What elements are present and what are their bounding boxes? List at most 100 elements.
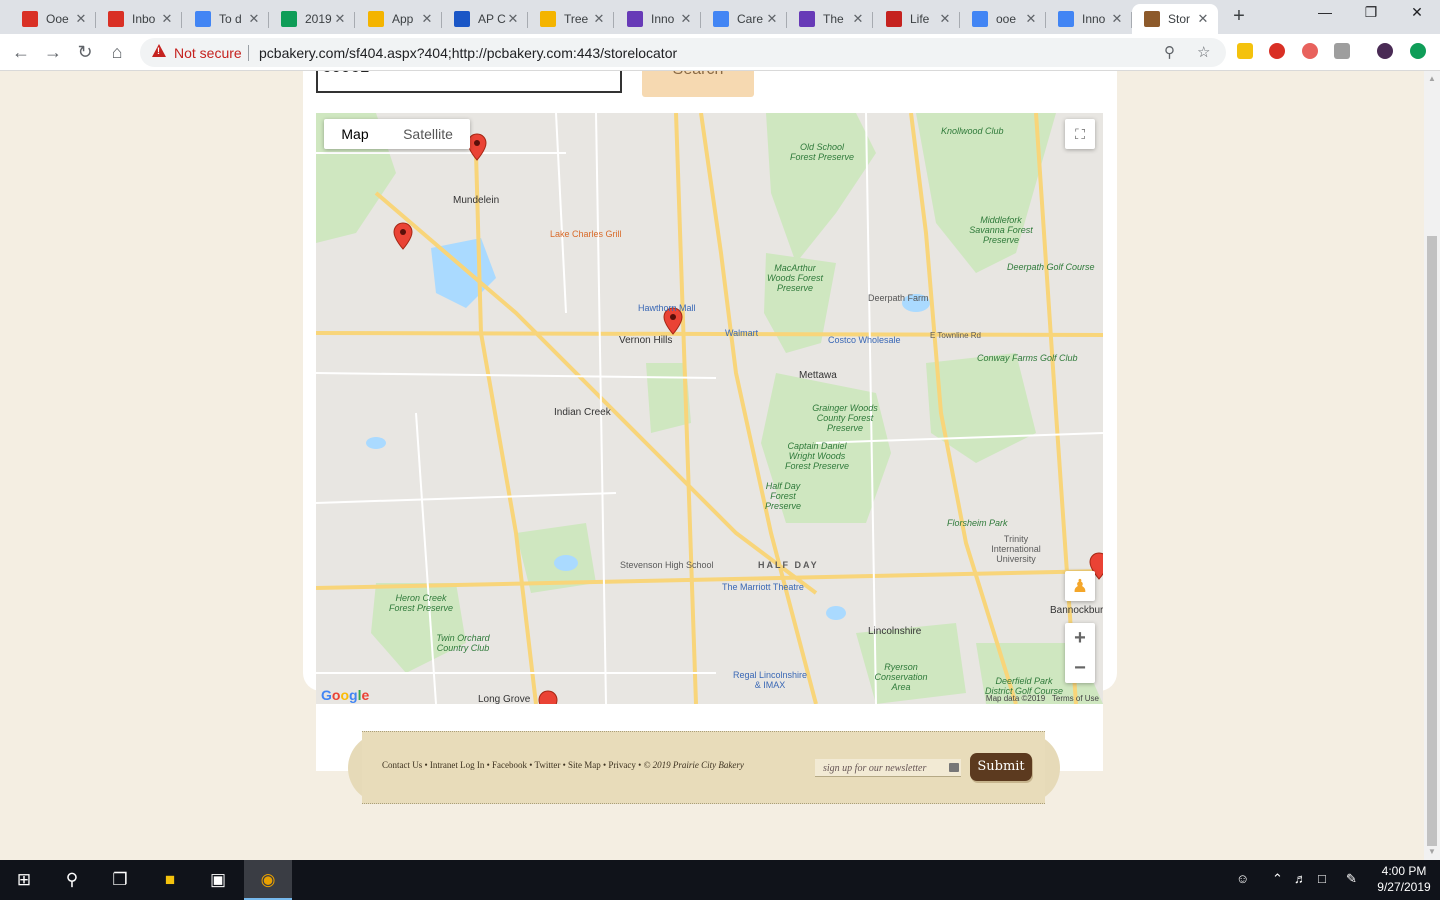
tab-close-icon[interactable]: ✕ xyxy=(851,11,865,27)
tab-close-icon[interactable]: ✕ xyxy=(1110,11,1124,27)
browser-tab[interactable]: Life ✕ xyxy=(874,4,960,34)
new-tab-button[interactable]: + xyxy=(1229,6,1249,26)
browser-tab[interactable]: Inbo ✕ xyxy=(96,4,182,34)
taskbar-clock[interactable]: 4:00 PM 9/27/2019 xyxy=(1372,863,1436,895)
tab-close-icon[interactable]: ✕ xyxy=(765,11,779,27)
zip-code-input[interactable]: 60061 xyxy=(316,71,622,93)
reload-icon[interactable]: ↻ xyxy=(73,40,97,64)
tab-label: Inno xyxy=(651,12,675,26)
map-label-indian-creek: Indian Creek xyxy=(554,407,611,418)
browser-tab[interactable]: 2019 ✕ xyxy=(269,4,355,34)
terms-of-use-link[interactable]: Terms of Use xyxy=(1052,694,1099,703)
browser-tab[interactable]: The ✕ xyxy=(787,4,873,34)
tab-close-icon[interactable]: ✕ xyxy=(938,11,952,27)
map-label-lake-charles-grill[interactable]: Lake Charles Grill xyxy=(550,229,622,239)
extension-c-icon[interactable] xyxy=(1334,43,1350,59)
browser-tab[interactable]: To d ✕ xyxy=(183,4,269,34)
map-label-walmart[interactable]: Walmart xyxy=(725,328,758,338)
restore-button[interactable]: ❐ xyxy=(1348,4,1394,26)
map-attribution[interactable]: Map data ©2019 Terms of Use xyxy=(986,694,1099,703)
zoom-out-button[interactable]: − xyxy=(1065,653,1095,683)
store-icon[interactable]: ▣ xyxy=(194,860,242,900)
footer-links[interactable]: Contact Us • Intranet Log In • Facebook … xyxy=(382,760,744,770)
tab-close-icon[interactable]: ✕ xyxy=(1196,11,1210,27)
satellite-view-button[interactable]: Satellite xyxy=(386,119,470,149)
newsletter-input[interactable]: sign up for our newsletter xyxy=(815,759,961,777)
tab-close-icon[interactable]: ✕ xyxy=(1024,11,1038,27)
map-label-middlefork: Middlefork Savanna Forest Preserve xyxy=(969,215,1033,245)
map-label-costco[interactable]: Costco Wholesale xyxy=(828,335,901,345)
browser-tab[interactable]: Inno ✕ xyxy=(615,4,701,34)
browser-tab[interactable]: AP C ✕ xyxy=(442,4,528,34)
tab-close-icon[interactable]: ✕ xyxy=(420,11,434,27)
home-icon[interactable]: ⌂ xyxy=(105,40,129,64)
tab-close-icon[interactable]: ✕ xyxy=(160,11,174,27)
close-window-button[interactable]: ✕ xyxy=(1394,4,1440,26)
map-label-lincolnshire: Lincolnshire xyxy=(868,626,922,637)
tab-close-icon[interactable]: ✕ xyxy=(679,11,693,27)
extension-notes-icon[interactable] xyxy=(1237,43,1253,59)
map-label-heron-creek: Heron Creek Forest Preserve xyxy=(388,593,454,613)
page-viewport: 60061 Search xyxy=(0,71,1424,860)
extension-adblock-icon[interactable] xyxy=(1269,43,1285,59)
tab-close-icon[interactable]: ✕ xyxy=(592,11,606,27)
search-button[interactable]: Search xyxy=(642,71,754,97)
browser-toolbar: ← → ↻ ⌂ Not secure pcbakery.com/sf404.as… xyxy=(0,34,1440,71)
browser-tab-strip: Ooe ✕ Inbo ✕ To d ✕ 2019 ✕ App ✕ AP C ✕ Tree ✕ Inno ✕ Ca… xyxy=(0,0,1440,34)
map-label-regal[interactable]: Regal Lincolnshire & IMAX xyxy=(730,670,810,690)
map-label-marriott-theatre[interactable]: The Marriott Theatre xyxy=(722,582,804,592)
minimize-button[interactable]: — xyxy=(1302,4,1348,26)
map-label-stevenson[interactable]: Stevenson High School xyxy=(620,560,714,570)
forward-arrow-icon[interactable]: → xyxy=(41,40,65,64)
back-arrow-icon[interactable]: ← xyxy=(9,40,33,64)
page-scrollbar[interactable]: ▲ ▼ xyxy=(1424,71,1440,860)
browser-tab[interactable]: Inno ✕ xyxy=(1046,4,1132,34)
newsletter-submit-button[interactable]: Submit xyxy=(970,753,1032,781)
url-text[interactable]: pcbakery.com/sf404.aspx?404;http://pcbak… xyxy=(259,45,677,61)
extension-share-icon[interactable] xyxy=(1302,43,1318,59)
tab-close-icon[interactable]: ✕ xyxy=(247,11,261,27)
volume-icon[interactable]: ♬ xyxy=(1294,871,1307,886)
map-view-button[interactable]: Map xyxy=(324,119,386,149)
clock-date: 9/27/2019 xyxy=(1377,880,1431,894)
map-label-trinity[interactable]: Trinity International University xyxy=(988,534,1044,564)
tab-close-icon[interactable]: ✕ xyxy=(333,11,347,27)
zoom-icon[interactable]: ⚲ xyxy=(1164,43,1175,61)
chrome-taskbar-icon[interactable]: ◉ xyxy=(244,860,292,900)
address-bar[interactable]: Not secure pcbakery.com/sf404.aspx?404;h… xyxy=(140,38,1226,67)
tab-close-icon[interactable]: ✕ xyxy=(506,11,520,27)
map-canvas[interactable] xyxy=(316,113,1103,704)
tab-close-icon[interactable]: ✕ xyxy=(74,11,88,27)
browser-tab[interactable]: Ooe ✕ xyxy=(10,4,96,34)
browser-tab[interactable]: ooe ✕ xyxy=(960,4,1046,34)
task-view-icon[interactable]: ❐ xyxy=(96,860,144,900)
store-map[interactable]: Mundelein Vernon Hills Indian Creek Mett… xyxy=(316,113,1103,704)
scroll-down-arrow-icon[interactable]: ▼ xyxy=(1428,847,1436,856)
network-icon[interactable]: □ xyxy=(1318,871,1326,886)
street-view-pegman-icon[interactable]: ♟ xyxy=(1065,571,1095,601)
security-indicator[interactable]: Not secure xyxy=(174,45,242,61)
tab-separator xyxy=(354,12,355,28)
update-icon[interactable] xyxy=(1410,43,1426,59)
pen-icon[interactable]: ✎ xyxy=(1346,871,1357,887)
zoom-in-button[interactable]: + xyxy=(1065,623,1095,653)
people-icon[interactable]: ☺ xyxy=(1236,871,1249,886)
fullscreen-icon[interactable]: ⛶ xyxy=(1065,119,1095,149)
store-marker-icon xyxy=(467,133,487,161)
tab-label: AP C xyxy=(478,12,506,26)
browser-tab[interactable]: App ✕ xyxy=(356,4,442,34)
scroll-thumb[interactable] xyxy=(1427,236,1437,846)
footer-link-list[interactable]: Contact Us • Intranet Log In • Facebook … xyxy=(382,760,644,770)
scroll-up-arrow-icon[interactable]: ▲ xyxy=(1428,74,1436,83)
windows-start-icon[interactable]: ⊞ xyxy=(0,860,48,900)
file-explorer-icon[interactable]: ■ xyxy=(146,860,194,900)
browser-tab[interactable]: Care ✕ xyxy=(701,4,787,34)
map-label-hawthorn-mall[interactable]: Hawthorn Mall xyxy=(638,303,696,313)
map-label-deerpath-farm[interactable]: Deerpath Farm xyxy=(868,293,929,303)
browser-tab[interactable]: Stor ✕ xyxy=(1132,4,1218,34)
tray-chevron-icon[interactable]: ⌃ xyxy=(1272,871,1283,887)
browser-tab[interactable]: Tree ✕ xyxy=(528,4,614,34)
profile-avatar[interactable] xyxy=(1377,43,1393,59)
search-icon[interactable]: ⚲ xyxy=(48,860,96,900)
bookmark-star-icon[interactable]: ☆ xyxy=(1197,43,1210,61)
